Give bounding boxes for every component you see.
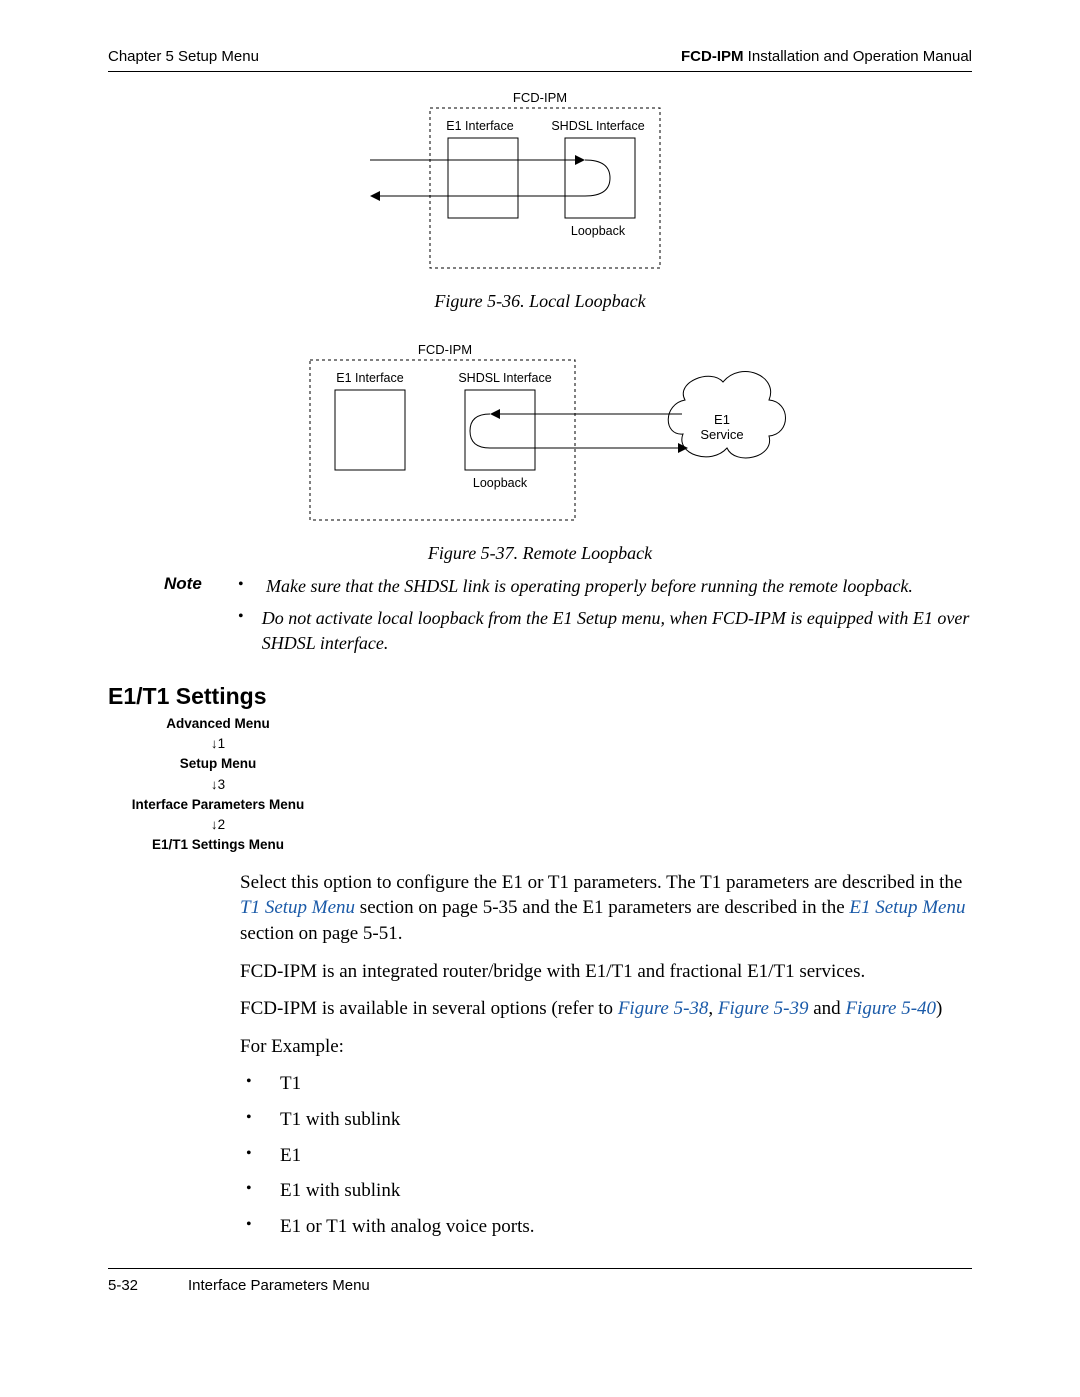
- fig36-top-label: FCD-IPM: [513, 90, 567, 105]
- link-t1-setup-menu[interactable]: T1 Setup Menu: [240, 897, 355, 918]
- header-right: FCD-IPM Installation and Operation Manua…: [681, 48, 972, 65]
- paragraph: FCD-IPM is an integrated router/bridge w…: [240, 959, 972, 985]
- footer-rule: [108, 1268, 972, 1269]
- fig37-cloud-line1: E1: [714, 412, 730, 427]
- link-figure-5-39[interactable]: Figure 5-39: [718, 998, 809, 1019]
- list-item: •E1 or T1 with analog voice ports.: [240, 1214, 972, 1240]
- note-label: Note: [108, 574, 238, 663]
- bullet-icon: •: [240, 1143, 280, 1169]
- list-item: •E1: [240, 1143, 972, 1169]
- list-item: •T1 with sublink: [240, 1107, 972, 1133]
- menu-breadcrumb: Advanced Menu ↓1 Setup Menu ↓3 Interface…: [108, 714, 328, 856]
- page-header: Chapter 5 Setup Menu FCD-IPM Installatio…: [108, 48, 972, 69]
- header-left: Chapter 5 Setup Menu: [108, 48, 259, 65]
- fig36-loopback-label: Loopback: [571, 224, 626, 238]
- link-figure-5-40[interactable]: Figure 5-40: [845, 998, 936, 1019]
- paragraph: For Example:: [240, 1034, 972, 1060]
- page-footer: 5-32 Interface Parameters Menu: [108, 1277, 972, 1294]
- fig37-e1-label: E1 Interface: [336, 371, 403, 385]
- bullet-icon: •: [240, 1107, 280, 1133]
- fig36-e1-label: E1 Interface: [446, 119, 513, 133]
- header-rule: [108, 71, 972, 72]
- fig37-top-label: FCD-IPM: [418, 342, 472, 357]
- bullet-icon: •: [240, 1178, 280, 1204]
- note-item: • Make sure that the SHDSL link is opera…: [238, 574, 972, 598]
- note-text: Make sure that the SHDSL link is operati…: [266, 574, 913, 598]
- link-e1-setup-menu[interactable]: E1 Setup Menu: [849, 897, 965, 918]
- bullet-icon: •: [240, 1071, 280, 1097]
- fig37-cloud-line2: Service: [700, 427, 743, 442]
- section-heading: E1/T1 Settings: [108, 683, 972, 710]
- figure-37-caption: Figure 5-37. Remote Loopback: [108, 543, 972, 564]
- fig36-shdsl-label: SHDSL Interface: [551, 119, 644, 133]
- figure-remote-loopback: FCD-IPM E1 Interface SHDSL Interface E1 …: [108, 342, 972, 537]
- list-item: •T1: [240, 1071, 972, 1097]
- page-number: 5-32: [108, 1277, 188, 1294]
- body-text: Select this option to configure the E1 o…: [240, 870, 972, 1240]
- example-list: •T1 •T1 with sublink •E1 •E1 with sublin…: [240, 1071, 972, 1239]
- figure-36-caption: Figure 5-36. Local Loopback: [108, 291, 972, 312]
- note-item: • Do not activate local loopback from th…: [238, 606, 972, 655]
- list-item: •E1 with sublink: [240, 1178, 972, 1204]
- figure-local-loopback: FCD-IPM E1 Interface SHDSL Interface Loo…: [108, 90, 972, 285]
- bullet-icon: •: [238, 574, 266, 598]
- paragraph: Select this option to configure the E1 o…: [240, 870, 972, 947]
- note-text: Do not activate local loopback from the …: [262, 606, 972, 655]
- note-block: Note • Make sure that the SHDSL link is …: [108, 574, 972, 663]
- link-figure-5-38[interactable]: Figure 5-38: [618, 998, 709, 1019]
- footer-title: Interface Parameters Menu: [188, 1277, 370, 1294]
- fig37-shdsl-label: SHDSL Interface: [458, 371, 551, 385]
- bullet-icon: •: [240, 1214, 280, 1240]
- paragraph: FCD-IPM is available in several options …: [240, 996, 972, 1022]
- fig37-loopback-label: Loopback: [473, 476, 528, 490]
- bullet-icon: •: [238, 606, 262, 655]
